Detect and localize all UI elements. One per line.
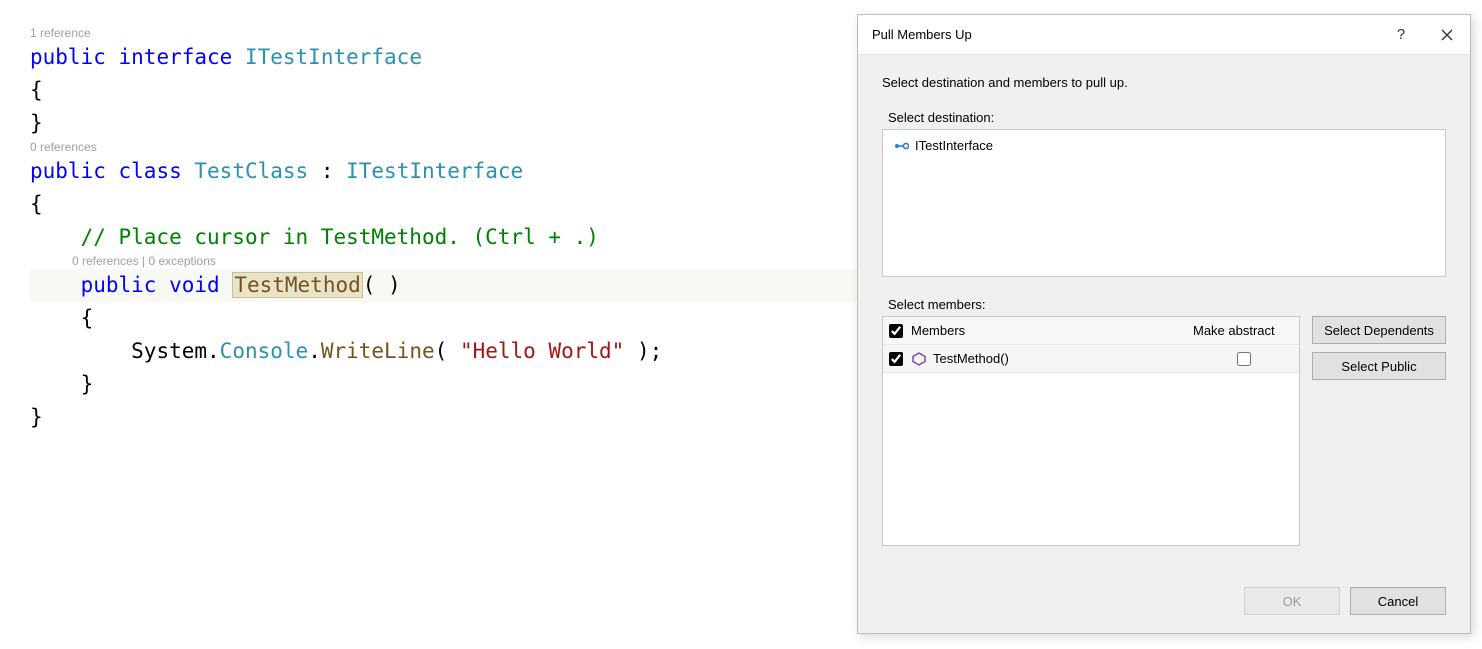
method-icon: [911, 351, 927, 367]
help-icon: ?: [1397, 26, 1405, 43]
dialog-titlebar[interactable]: Pull Members Up ?: [858, 15, 1470, 55]
type-name: TestClass: [194, 159, 308, 183]
code-line: public interface ITestInterface: [30, 41, 857, 74]
code-line: {: [30, 74, 857, 107]
keyword-void: void: [169, 273, 220, 297]
destination-item[interactable]: ITestInterface: [891, 136, 1437, 155]
code-line: {: [30, 188, 857, 221]
method-name: WriteLine: [321, 339, 435, 363]
parens: ( ): [363, 273, 401, 297]
code-line: public class TestClass : ITestInterface: [30, 155, 857, 188]
member-selection-buttons: Select Dependents Select Public: [1312, 316, 1446, 546]
dialog-footer: OK Cancel: [858, 571, 1470, 633]
type-name: ITestInterface: [245, 45, 422, 69]
keyword-class: class: [119, 159, 182, 183]
codelens-references[interactable]: 0 references: [30, 140, 857, 155]
cancel-button[interactable]: Cancel: [1350, 587, 1446, 615]
code-line: // Place cursor in TestMethod. (Ctrl + .…: [30, 221, 857, 254]
dialog-instruction: Select destination and members to pull u…: [882, 75, 1446, 90]
keyword-public: public: [81, 273, 157, 297]
codelens-references[interactable]: 0 references | 0 exceptions: [30, 254, 857, 269]
codelens-references[interactable]: 1 reference: [30, 26, 857, 41]
identifier: System: [131, 339, 207, 363]
pull-members-up-dialog: Pull Members Up ? Select destination and…: [857, 14, 1471, 634]
code-line: }: [30, 107, 857, 140]
member-row[interactable]: TestMethod(): [883, 345, 1299, 373]
dialog-body: Select destination and members to pull u…: [858, 55, 1470, 571]
header-checkbox-cell: [883, 324, 909, 338]
code-editor[interactable]: 1 reference public interface ITestInterf…: [0, 0, 857, 649]
type-name: ITestInterface: [346, 159, 523, 183]
code-line: }: [30, 401, 857, 434]
help-button[interactable]: ?: [1378, 15, 1424, 55]
select-all-checkbox[interactable]: [889, 324, 903, 338]
code-line: }: [30, 368, 857, 401]
destination-list[interactable]: ITestInterface: [882, 129, 1446, 277]
members-label: Select members:: [888, 297, 1446, 312]
keyword-public: public: [30, 159, 106, 183]
destination-label: Select destination:: [888, 110, 1446, 125]
keyword-public: public: [30, 45, 106, 69]
col-abstract-header[interactable]: Make abstract: [1189, 323, 1299, 338]
select-public-button[interactable]: Select Public: [1312, 352, 1446, 380]
select-dependents-button[interactable]: Select Dependents: [1312, 316, 1446, 344]
close-icon: [1441, 29, 1453, 41]
comment: // Place cursor in TestMethod. (Ctrl + .…: [81, 225, 599, 249]
keyword-interface: interface: [119, 45, 233, 69]
member-include-checkbox[interactable]: [889, 352, 903, 366]
make-abstract-checkbox[interactable]: [1237, 352, 1251, 366]
method-name-highlighted: TestMethod: [232, 272, 362, 298]
interface-icon: [893, 139, 909, 153]
members-table[interactable]: Members Make abstract TestMethod(): [882, 316, 1300, 546]
code-line: {: [30, 302, 857, 335]
code-line: System.Console.WriteLine( "Hello World" …: [30, 335, 857, 368]
col-members-header[interactable]: Members: [909, 323, 1189, 338]
member-name: TestMethod(): [933, 351, 1009, 366]
members-table-header: Members Make abstract: [883, 317, 1299, 345]
destination-item-label: ITestInterface: [915, 138, 993, 153]
string-literal: "Hello World": [460, 339, 624, 363]
type-name: Console: [220, 339, 309, 363]
close-button[interactable]: [1424, 15, 1470, 55]
dialog-title: Pull Members Up: [872, 27, 1378, 42]
code-line-current: public void TestMethod( ): [30, 269, 857, 302]
ok-button[interactable]: OK: [1244, 587, 1340, 615]
